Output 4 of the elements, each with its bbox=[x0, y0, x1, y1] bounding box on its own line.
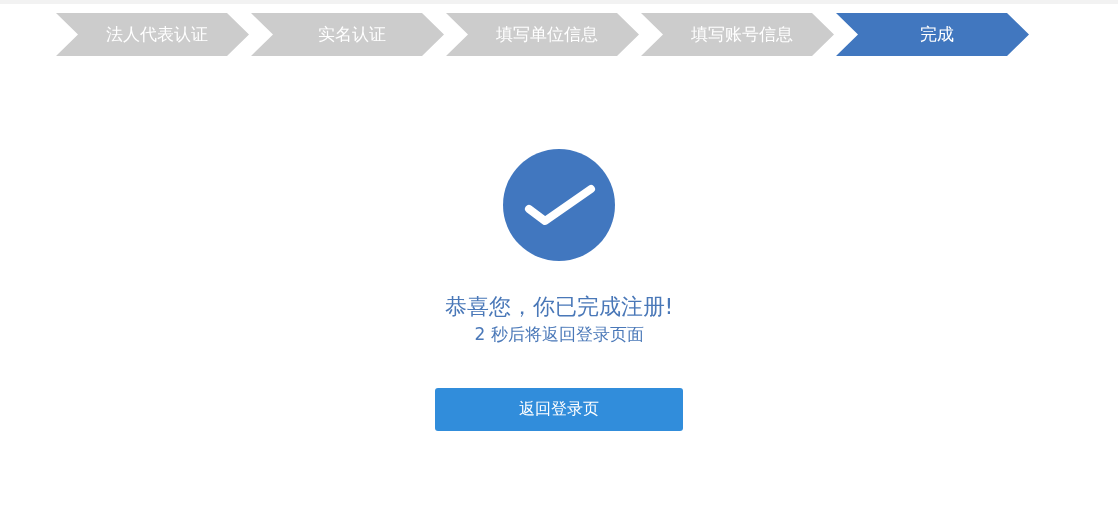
redirect-message: 2 秒后将返回登录页面 bbox=[474, 323, 644, 346]
check-circle-icon bbox=[503, 149, 615, 261]
success-title: 恭喜您，你已完成注册! bbox=[444, 293, 674, 321]
back-to-login-button[interactable]: 返回登录页 bbox=[435, 388, 683, 431]
